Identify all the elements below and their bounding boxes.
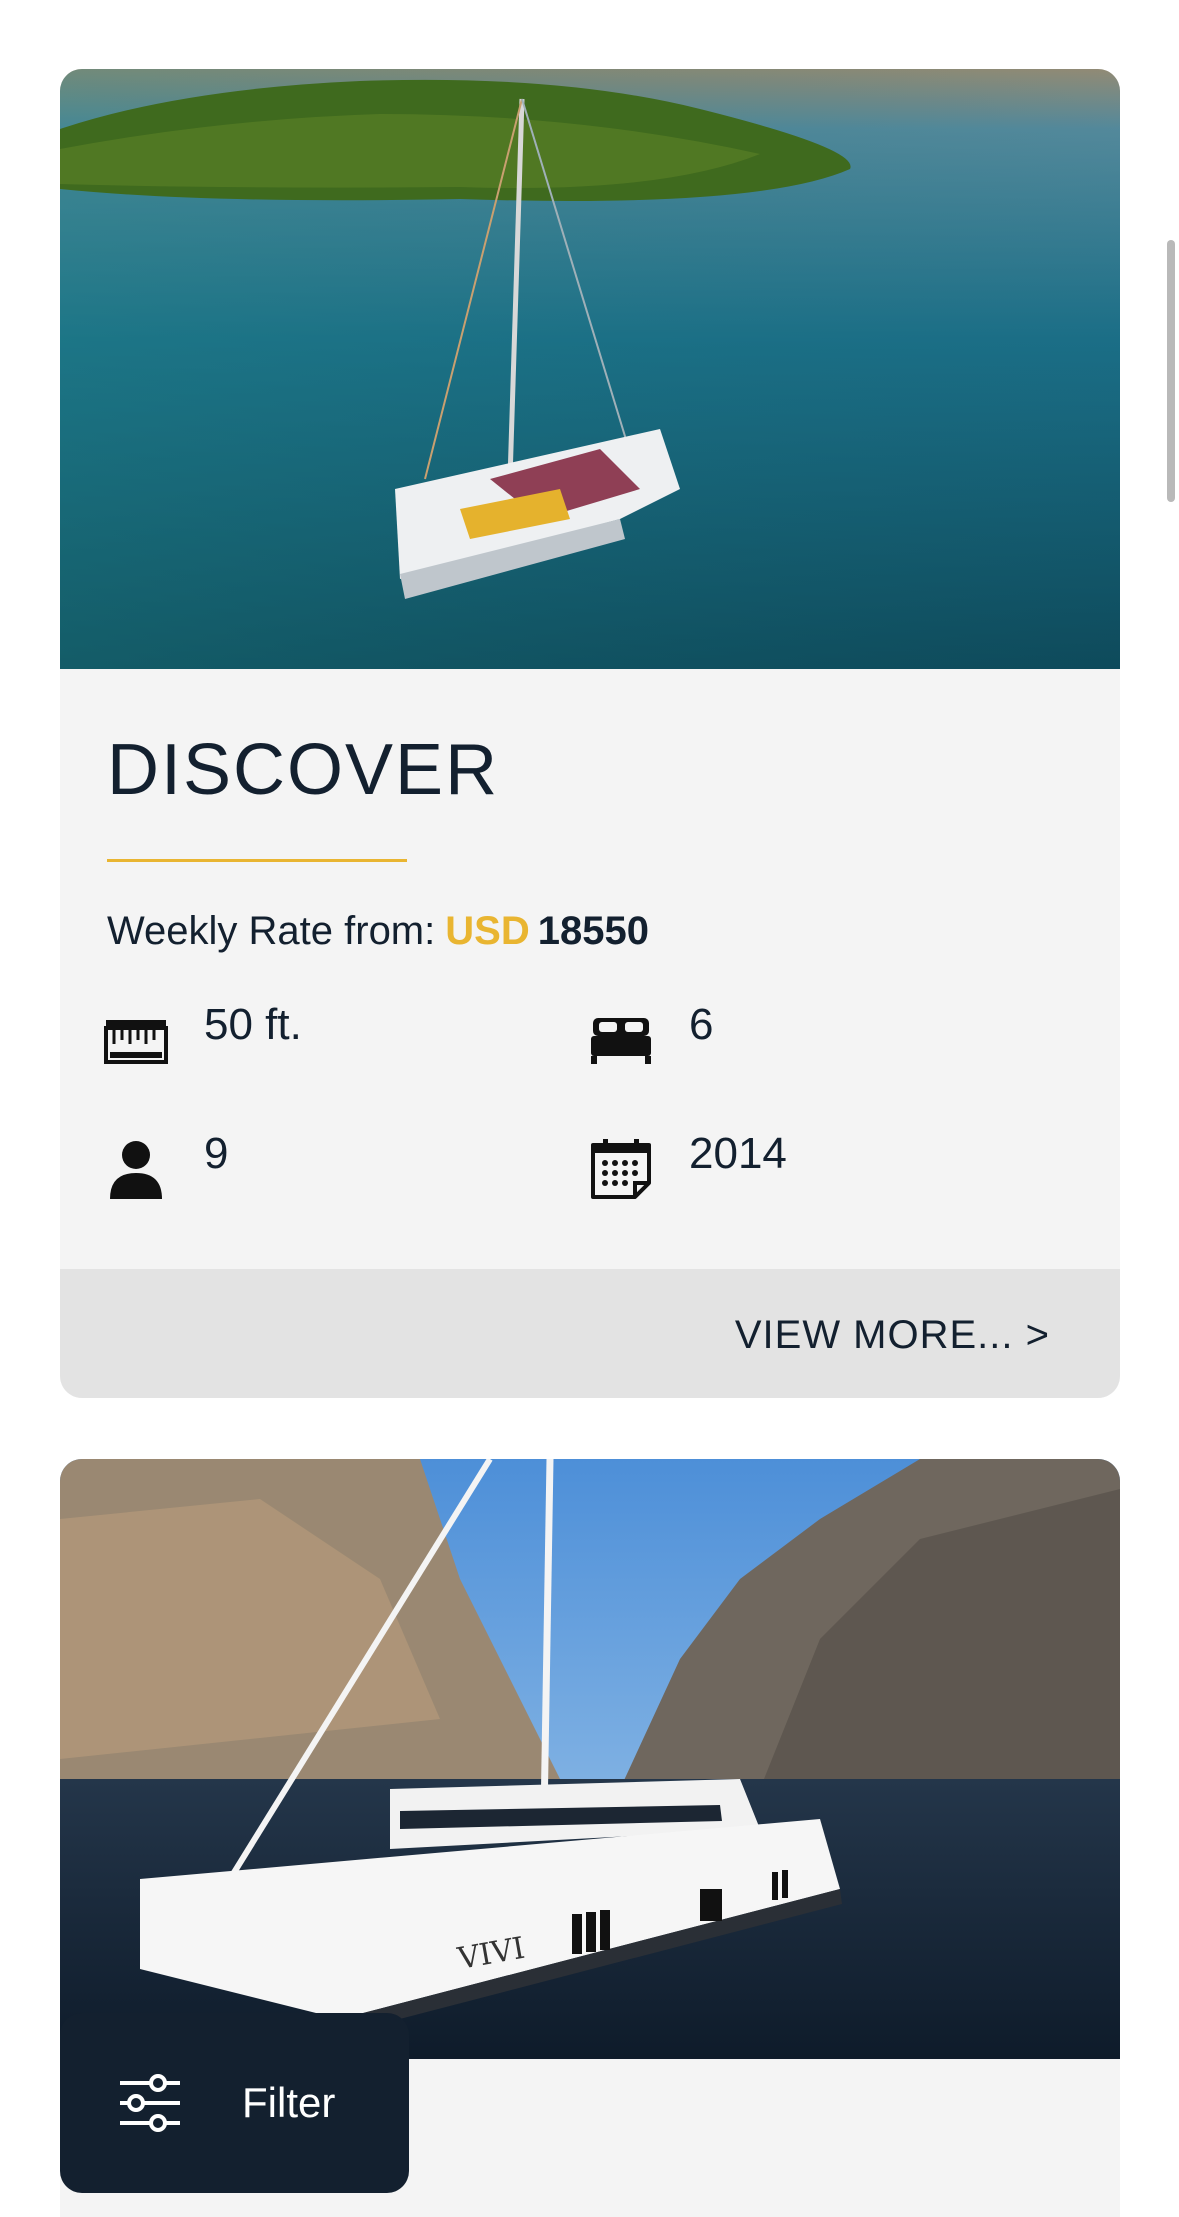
catamaran-aerial-photo [60, 69, 1120, 669]
view-more-bar[interactable]: VIEW MORE... > [60, 1269, 1120, 1398]
person-icon [110, 1141, 162, 1199]
spec-cabins: 6 [589, 1000, 713, 1070]
length-value: 50 ft. [204, 1000, 302, 1049]
view-more-link[interactable]: VIEW MORE... > [735, 1313, 1050, 1358]
spec-length: 50 ft. [104, 1000, 302, 1070]
rate-amount: 18550 [537, 909, 649, 953]
sliders-icon [120, 2074, 180, 2132]
weekly-rate: Weekly Rate from: USD 18550 [107, 909, 649, 954]
rate-currency: USD [445, 909, 530, 953]
cabins-value: 6 [689, 1000, 714, 1049]
yacht-photo-discover[interactable] [60, 69, 1120, 669]
yacht-photo-vivi[interactable]: VIVI [60, 1459, 1120, 2059]
yacht-name: DISCOVER [107, 730, 500, 810]
spec-year: 2014 [589, 1129, 787, 1199]
bed-icon [591, 1018, 651, 1064]
title-underline [107, 859, 407, 862]
filter-button[interactable]: Filter [60, 2013, 409, 2193]
catamaran-cliffs-photo: VIVI [60, 1459, 1120, 2059]
guests-value: 9 [204, 1129, 229, 1178]
year-value: 2014 [689, 1129, 787, 1178]
rate-label: Weekly Rate from: [107, 909, 436, 953]
ruler-icon [104, 1020, 168, 1064]
calendar-icon [591, 1139, 651, 1199]
filter-label: Filter [242, 2079, 336, 2126]
scrollbar[interactable] [1167, 240, 1175, 502]
spec-guests: 9 [104, 1129, 228, 1199]
yacht-card[interactable]: DISCOVER Weekly Rate from: USD 18550 50 ft… [60, 69, 1120, 1398]
